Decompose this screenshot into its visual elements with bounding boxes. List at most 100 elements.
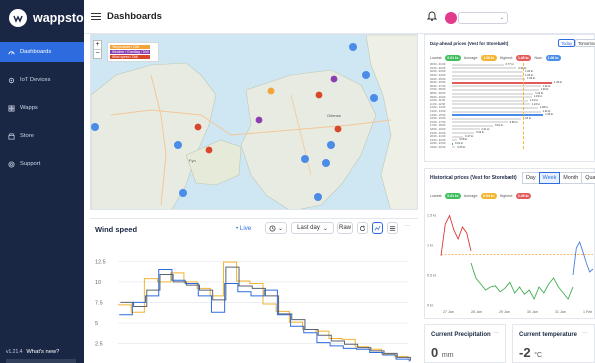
- tomorrow-button[interactable]: Tomorrow: [575, 39, 595, 47]
- more-options-icon[interactable]: ···: [404, 223, 410, 229]
- historical-title: Historical prices (Vest for Storebælt): [430, 175, 517, 181]
- map-cluster-marker[interactable]: [322, 159, 330, 167]
- page-title: Dashboards: [107, 11, 162, 22]
- y-tick-label: 2.5: [95, 341, 103, 347]
- legend-item-wind[interactable]: Wind speed / DMI: [110, 55, 150, 59]
- price-bar-track: 1.06 kr.: [452, 74, 590, 77]
- today-button[interactable]: Today: [558, 39, 576, 47]
- zoom-in-button[interactable]: +: [94, 41, 101, 50]
- day-price-summary: Lowest: 0.01 kr. Average: 1.06 kr. Highe…: [430, 55, 562, 61]
- range-select[interactable]: Last day ⌄: [291, 222, 334, 234]
- map-cluster-marker[interactable]: [327, 141, 335, 149]
- map-marker-wind[interactable]: [205, 146, 213, 154]
- historical-price-chart[interactable]: 1.5 kr. 1 kr. 0.5 kr. 0 kr. 27 Jan 28 Jan 29 J…: [425, 203, 595, 318]
- price-bar: [452, 146, 456, 149]
- temperature-card: Current temperature ··· -2 °C: [512, 324, 595, 363]
- more-options-icon[interactable]: ···: [582, 330, 588, 336]
- map-cluster-marker[interactable]: [174, 141, 182, 149]
- wind-series-line: [118, 261, 409, 360]
- zoom-out-button[interactable]: −: [94, 50, 101, 58]
- list-view-button[interactable]: [387, 222, 398, 234]
- value-number: -2: [519, 345, 531, 360]
- brand[interactable]: wappsto: [0, 0, 84, 36]
- map-cluster-marker[interactable]: [179, 189, 187, 197]
- store-icon: [8, 133, 15, 139]
- sidebar-item-store[interactable]: Store: [0, 126, 84, 146]
- price-row-time: 03:00 - 04:00: [430, 74, 446, 78]
- map-marker-wind[interactable]: [315, 91, 323, 99]
- raw-toggle[interactable]: Raw: [337, 222, 353, 234]
- price-bar: [452, 117, 522, 120]
- price-row-value: 1.13 kr.: [529, 98, 539, 102]
- wind-speed-chart[interactable]: 12.5 10 7.5 5 2.5: [90, 239, 418, 363]
- hamburger-menu-icon[interactable]: [91, 13, 101, 20]
- price-row-time: 07:00 - 08:00: [430, 88, 446, 92]
- sidebar-item-dashboards[interactable]: Dashboards: [0, 42, 84, 62]
- sidebar-item-support[interactable]: Support: [0, 154, 84, 174]
- right-column: Day-ahead prices (Vest for Storebælt) To…: [424, 34, 595, 363]
- price-row-time: 12:00 - 13:00: [430, 106, 446, 110]
- historical-series-line: [470, 262, 574, 301]
- device-icon: [8, 77, 15, 83]
- tab-quarter[interactable]: Quarter: [581, 172, 595, 184]
- price-bar-track: 0.61 kr.: [452, 124, 590, 127]
- legend-item-weather[interactable]: Weather / Grønflag / DMI: [110, 50, 150, 54]
- price-row-time: 18:00 - 19:00: [430, 127, 446, 131]
- price-row-value: 0.01 kr.: [455, 142, 464, 146]
- more-options-icon[interactable]: ···: [493, 330, 499, 336]
- map-marker-wind[interactable]: [194, 123, 202, 131]
- average-badge: 1.06 kr.: [481, 55, 497, 61]
- map-marker-weather[interactable]: [255, 116, 263, 124]
- time-picker-button[interactable]: ⌄: [265, 222, 287, 234]
- price-bar: [452, 70, 524, 73]
- map-cluster-marker[interactable]: [362, 71, 370, 79]
- map-cluster-marker[interactable]: [314, 193, 322, 201]
- account-select[interactable]: ⌄: [458, 12, 508, 24]
- average-label: Average:: [463, 194, 479, 198]
- map-zoom-control: + −: [93, 40, 102, 59]
- price-bar: [452, 85, 541, 88]
- map-marker-temperature[interactable]: [267, 87, 275, 95]
- tab-day[interactable]: Day: [522, 172, 540, 184]
- historical-series-line: [572, 240, 594, 276]
- map-cluster-marker[interactable]: [349, 43, 357, 51]
- tab-month[interactable]: Month: [559, 172, 583, 184]
- user-avatar[interactable]: [445, 12, 457, 24]
- map-marker-wind[interactable]: [334, 125, 342, 133]
- map-cluster-marker[interactable]: [370, 94, 378, 102]
- sidebar-item-iot-devices[interactable]: IoT Devices: [0, 70, 84, 90]
- live-indicator[interactable]: • Live: [236, 225, 251, 232]
- map-cluster-marker[interactable]: [91, 123, 99, 131]
- price-row-value: 0.05 kr.: [457, 145, 466, 149]
- price-bar-track: 1.49 kr.: [452, 81, 590, 84]
- now-badge: 1.06 kr.: [545, 55, 562, 61]
- average-label: Average:: [463, 56, 479, 60]
- clock-icon: [269, 225, 276, 231]
- sidebar-item-label: Store: [20, 133, 34, 139]
- price-bar-track: 1.28 kr.: [452, 106, 590, 109]
- price-row-time: 00:00 - 01:00: [430, 63, 446, 67]
- price-bar: [452, 92, 534, 95]
- map-cluster-marker[interactable]: [301, 155, 309, 163]
- price-row-value: 1.06 kr.: [525, 70, 534, 74]
- average-badge: 0.84 kr.: [481, 193, 497, 199]
- tab-week[interactable]: Week: [538, 172, 561, 184]
- y-tick-label: 10: [95, 280, 101, 286]
- price-bar-track: 1.36 kr.: [452, 113, 590, 117]
- price-bar: [452, 63, 504, 66]
- legend-item-temperature[interactable]: Temperature / DMI: [110, 45, 150, 49]
- sidebar-item-wapps[interactable]: Wapps: [0, 98, 84, 118]
- highest-badge: 1.49 kr.: [515, 55, 532, 61]
- price-row-value: 0.33 kr.: [476, 131, 485, 135]
- price-row-time: 17:00 - 18:00: [430, 124, 446, 128]
- refresh-button[interactable]: [357, 222, 368, 234]
- price-row-value: 1.29 kr.: [540, 88, 550, 92]
- price-bar-track: 1.21 kr.: [452, 92, 590, 95]
- map-marker-weather[interactable]: [330, 75, 338, 83]
- value-number: 0: [431, 345, 439, 360]
- value-unit: mm: [441, 352, 454, 359]
- place-label-odense: Odense: [327, 113, 342, 118]
- chart-view-button[interactable]: [372, 222, 383, 234]
- whats-new-link[interactable]: What's new?: [26, 349, 59, 355]
- notification-bell-icon[interactable]: [426, 10, 438, 22]
